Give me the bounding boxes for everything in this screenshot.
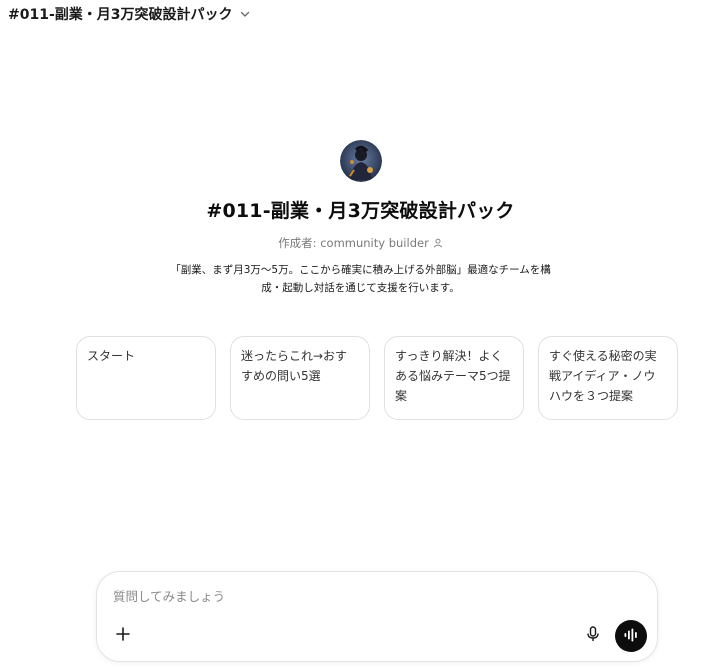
microphone-icon xyxy=(586,626,600,646)
starter-card[interactable]: スタート xyxy=(76,336,216,420)
gpt-title-dropdown[interactable]: #011-副業・月3万突破設計パック xyxy=(8,4,251,24)
gpt-avatar xyxy=(339,140,382,182)
chevron-down-icon xyxy=(239,8,251,20)
starter-card[interactable]: 迷ったらこれ→おすすめの問い5選 xyxy=(230,336,370,420)
starter-card[interactable]: すっきり解決！よくある悩みテーマ5つ提案 xyxy=(384,336,524,420)
voice-mode-icon xyxy=(623,627,639,646)
creator-label: 作成者: community builder xyxy=(278,236,429,250)
person-icon xyxy=(433,238,443,248)
gpt-description: 「副業、まず月3万〜5万。ここから確実に積み上げる外部脳」最適なチームを構成・起… xyxy=(170,264,551,294)
message-input[interactable] xyxy=(113,586,613,606)
conversation-starters: スタート 迷ったらこれ→おすすめの問い5選 すっきり解決！よくある悩みテーマ5つ… xyxy=(76,336,678,420)
gpt-name: #011-副業・月3万突破設計パック xyxy=(206,200,515,222)
starter-card[interactable]: すぐ使える秘密の実戦アイディア・ノウハウを３つ提案 xyxy=(538,336,678,420)
dictate-button[interactable] xyxy=(581,624,605,648)
gpt-intro: #011-副業・月3万突破設計パック 作成者: community builde… xyxy=(0,140,721,297)
add-attachment-button[interactable] xyxy=(111,624,135,648)
gpt-title: #011-副業・月3万突破設計パック xyxy=(8,7,233,23)
gpt-creator: 作成者: community builder xyxy=(278,235,443,251)
plus-icon xyxy=(115,626,131,646)
message-composer xyxy=(96,571,658,662)
voice-mode-button[interactable] xyxy=(615,620,647,652)
